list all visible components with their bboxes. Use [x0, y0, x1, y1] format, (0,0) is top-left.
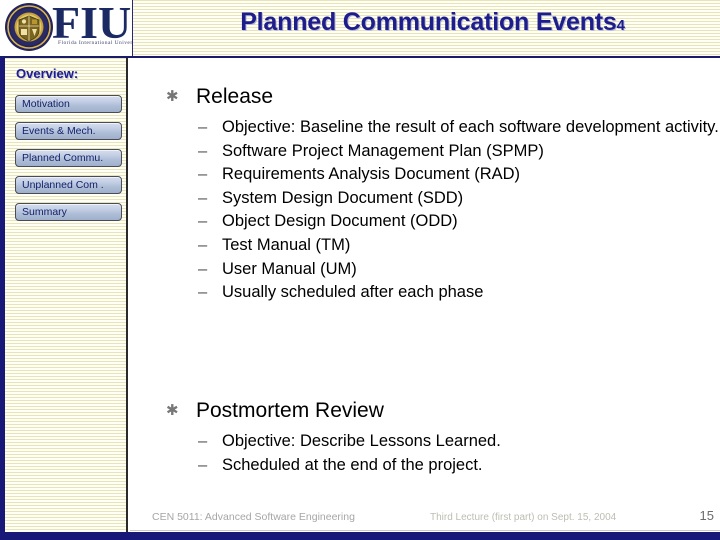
slide-content: ✱ Release – Objective: Baseline the resul…: [130, 58, 720, 506]
sidebar-item-label: Planned Commu.: [22, 152, 104, 164]
fiu-logo: FIU Florida International University: [0, 0, 133, 56]
sidebar: Overview: Motivation Events & Mech. Plan…: [0, 58, 128, 532]
section-heading: ✱ Release: [130, 84, 720, 110]
sidebar-item-label: Summary: [22, 206, 67, 218]
asterisk-bullet-icon: ✱: [166, 88, 179, 105]
sidebar-item-unplanned-com[interactable]: Unplanned Com .: [15, 176, 122, 194]
list-item: – Test Manual (TM): [130, 234, 720, 258]
list-item-label: Object Design Document (ODD): [222, 212, 458, 231]
list-item: – Objective: Describe Lessons Learned.: [130, 430, 720, 454]
dash-bullet-icon: –: [198, 235, 208, 254]
slide-number: 15: [699, 508, 714, 523]
list-item: – Scheduled at the end of the project.: [130, 454, 720, 478]
list-item: – System Design Document (SDD): [130, 187, 720, 211]
sidebar-item-planned-commu[interactable]: Planned Commu.: [15, 149, 122, 167]
slide-footer: CEN 5011: Advanced Software Engineering …: [130, 506, 720, 532]
list-item: – Object Design Document (ODD): [130, 210, 720, 234]
list-item-label: Test Manual (TM): [222, 235, 351, 254]
list-item-label: Software Project Management Plan (SPMP): [222, 141, 544, 160]
page-title-number: 4: [616, 17, 625, 34]
list-item: – Objective: Baseline the result of each …: [130, 116, 720, 140]
list-item-label: User Manual (UM): [222, 259, 357, 278]
sidebar-item-label: Events & Mech.: [22, 125, 96, 137]
release-item-list: – Objective: Baseline the result of each …: [130, 116, 720, 305]
list-item: – Software Project Management Plan (SPMP…: [130, 140, 720, 164]
section-heading-label: Postmortem Review: [196, 399, 384, 422]
list-item: – Requirements Analysis Document (RAD): [130, 163, 720, 187]
sidebar-item-label: Motivation: [22, 98, 70, 110]
dash-bullet-icon: –: [198, 165, 208, 184]
section-heading: ✱ Postmortem Review: [130, 398, 720, 424]
list-item: – User Manual (UM): [130, 258, 720, 282]
list-item-label: Scheduled at the end of the project.: [222, 455, 483, 474]
dash-bullet-icon: –: [198, 259, 208, 278]
dash-bullet-icon: –: [198, 283, 208, 302]
footer-lecture-text: Third Lecture (first part) on Sept. 15, …: [430, 512, 617, 523]
dash-bullet-icon: –: [198, 432, 208, 450]
content-section-postmortem-review: ✱ Postmortem Review – Objective: Describe…: [130, 398, 720, 477]
university-seal-icon: [5, 3, 53, 51]
dash-bullet-icon: –: [198, 118, 208, 136]
list-item-label: Requirements Analysis Document (RAD): [222, 165, 521, 184]
fiu-logo-subtitle: Florida International University: [58, 40, 133, 46]
postmortem-item-list: – Objective: Describe Lessons Learned. – S…: [130, 430, 720, 477]
dash-bullet-icon: –: [198, 212, 208, 231]
content-section-release: ✱ Release – Objective: Baseline the resul…: [130, 84, 720, 305]
section-heading-label: Release: [196, 85, 274, 108]
sidebar-item-events-mech[interactable]: Events & Mech.: [15, 122, 122, 140]
dash-bullet-icon: –: [198, 455, 208, 474]
slide: Planned Communication Events4 FIU Florid…: [0, 0, 720, 540]
list-item: – Usually scheduled after each phase: [130, 281, 720, 305]
footer-divider: [130, 530, 720, 531]
page-title: Planned Communication Events4: [160, 8, 705, 37]
sidebar-item-summary[interactable]: Summary: [15, 203, 122, 221]
list-item-label: Objective: Describe Lessons Learned.: [222, 432, 501, 450]
overview-heading: Overview:: [16, 66, 79, 81]
page-title-text: Planned Communication Events: [240, 8, 617, 36]
list-item-label: Usually scheduled after each phase: [222, 283, 484, 302]
list-item-label: System Design Document (SDD): [222, 188, 464, 207]
asterisk-bullet-icon: ✱: [166, 402, 179, 419]
sidebar-item-label: Unplanned Com .: [22, 179, 104, 191]
dash-bullet-icon: –: [198, 141, 208, 160]
list-item-label: Objective: Baseline the result of each s…: [222, 118, 719, 136]
sidebar-item-motivation[interactable]: Motivation: [15, 95, 122, 113]
bottom-bar: [0, 532, 720, 540]
footer-course-text: CEN 5011: Advanced Software Engineering: [152, 511, 355, 523]
dash-bullet-icon: –: [198, 188, 208, 207]
